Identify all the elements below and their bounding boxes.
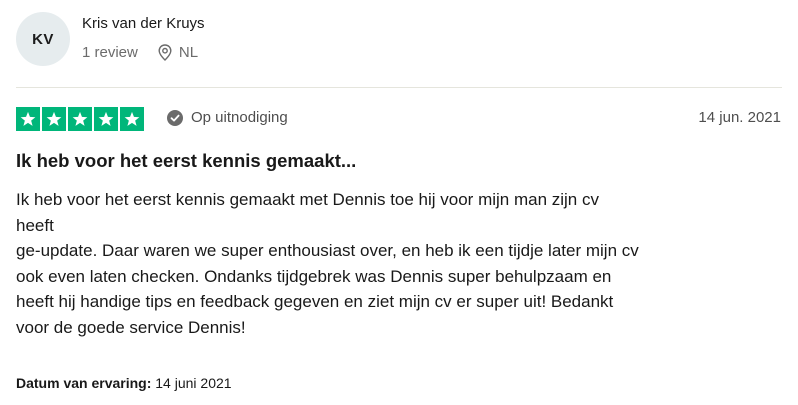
review-date: 14 jun. 2021 — [698, 109, 781, 126]
verification-badge[interactable]: Op uitnodiging — [167, 109, 288, 126]
star-icon — [68, 107, 92, 131]
avatar[interactable]: KV — [16, 12, 70, 66]
star-icon — [16, 107, 40, 131]
review-body-line: heeft hij handige tips en feedback gegev… — [16, 292, 614, 311]
experience-date: Datum van ervaring: 14 juni 2021 — [16, 375, 232, 391]
star-rating — [16, 107, 144, 131]
review-body: Ik heb voor het eerst kennis gemaakt met… — [16, 187, 786, 340]
check-circle-icon — [167, 109, 183, 126]
verification-label: Op uitnodiging — [191, 109, 288, 126]
review-body-line: Ik heb voor het eerst kennis gemaakt met… — [16, 190, 599, 209]
reviewer-meta: 1 review NL — [82, 44, 198, 61]
reviewer-name[interactable]: Kris van der Kruys — [82, 15, 205, 32]
review-body-line: voor de goede service Dennis! — [16, 317, 246, 337]
review-body-line: heeft — [16, 215, 54, 235]
star-icon — [42, 107, 66, 131]
review-title[interactable]: Ik heb voor het eerst kennis gemaakt... — [16, 150, 356, 172]
divider — [16, 87, 782, 88]
review-body-line: ook even laten checken. Ondanks tijdgebr… — [16, 266, 612, 286]
experience-label: Datum van ervaring: — [16, 375, 152, 391]
star-icon — [94, 107, 118, 131]
reviewer-country: NL — [178, 44, 199, 61]
review-body-line: ge-update. Daar waren we super enthousia… — [16, 241, 639, 260]
experience-value: 14 juni 2021 — [155, 375, 232, 391]
location-pin-icon — [158, 44, 172, 61]
star-icon — [120, 107, 144, 131]
avatar-initials: KV — [32, 30, 54, 48]
review-card: KV Kris van der Kruys 1 review NL Op uit… — [0, 0, 798, 405]
review-count: 1 review — [82, 44, 138, 61]
